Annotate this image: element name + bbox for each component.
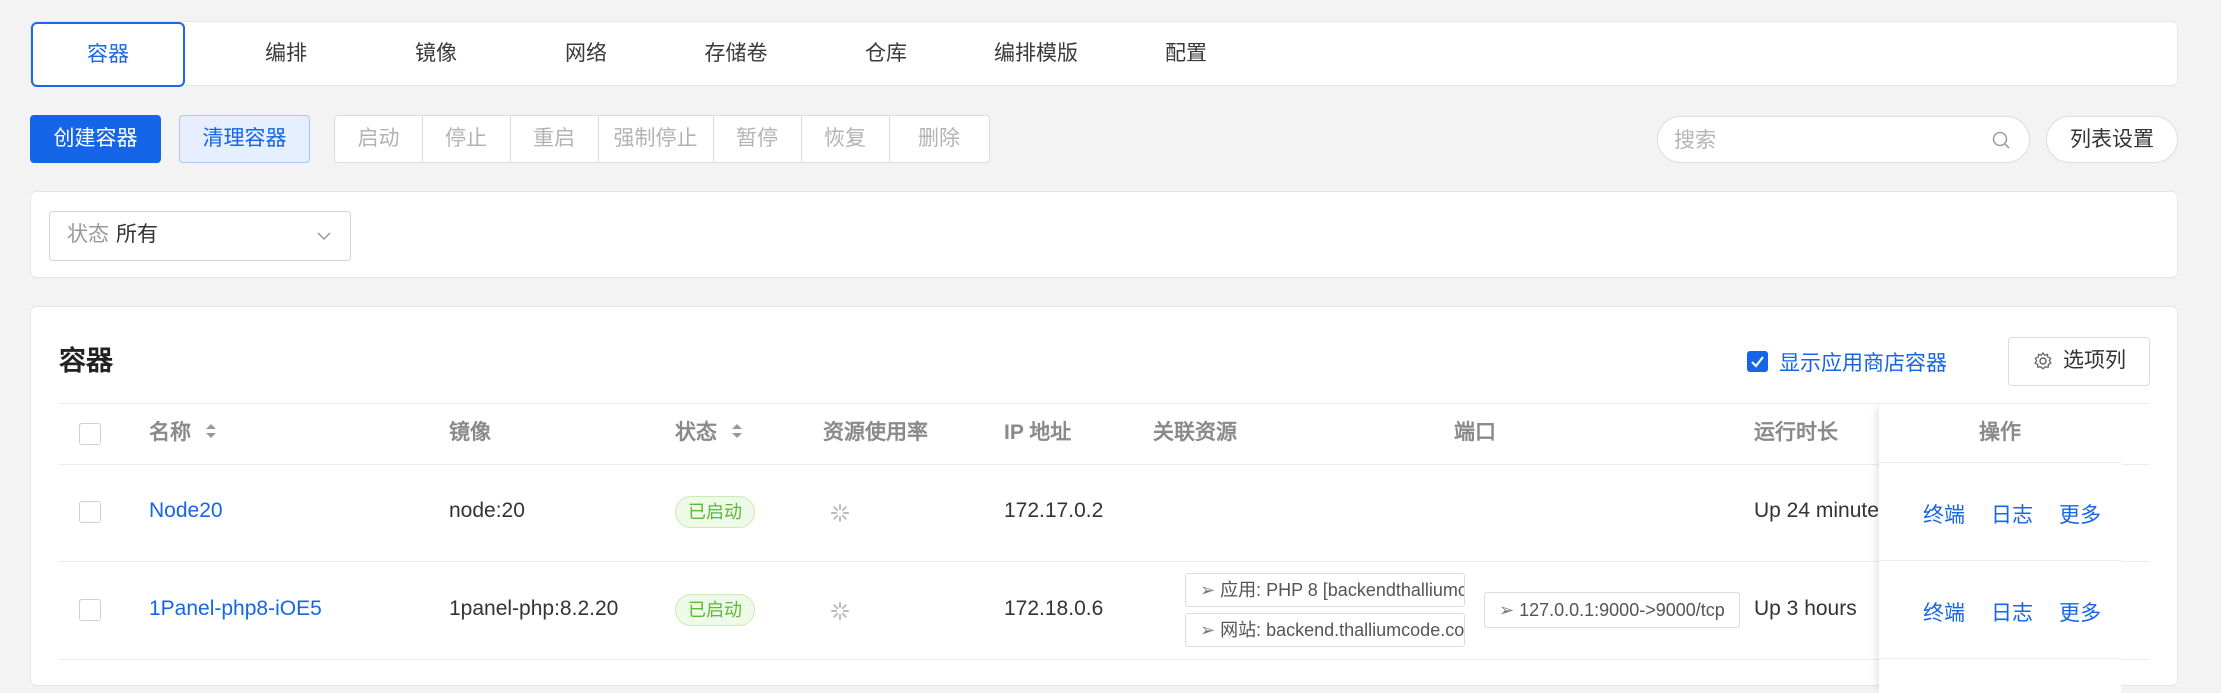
top-tab-bar: 容器 编排 镜像 网络 存储卷 仓库 编排模版 配置 — [30, 21, 2178, 87]
list-settings-button[interactable]: 列表设置 — [2046, 116, 2178, 163]
logs-link[interactable]: 日志 — [1991, 597, 2033, 627]
status-filter-select[interactable]: 状态 所有 — [49, 211, 351, 261]
tab-compose[interactable]: 编排 — [211, 22, 361, 85]
search-icon[interactable] — [1991, 130, 2011, 150]
chevron-down-icon — [317, 232, 331, 241]
linked-app-label: 应用: PHP 8 [backendthalliumcode] — [1220, 580, 1464, 600]
loading-icon — [831, 504, 849, 522]
linked-website-label: 网站: backend.thalliumcode.com — [1220, 620, 1465, 640]
container-image: node:20 — [449, 499, 525, 522]
tab-volumes[interactable]: 存储卷 — [661, 22, 811, 85]
header-image: 镜像 — [449, 421, 491, 444]
more-link[interactable]: 更多 — [2059, 597, 2101, 627]
header-uptime: 运行时长 — [1754, 421, 1838, 444]
column-options-button[interactable]: 选项列 — [2008, 337, 2150, 386]
pause-button[interactable]: 暂停 — [713, 116, 802, 162]
restart-button[interactable]: 重启 — [510, 116, 599, 162]
search-input[interactable] — [1672, 125, 1986, 157]
logs-link[interactable]: 日志 — [1991, 499, 2033, 529]
row-checkbox[interactable] — [79, 599, 101, 621]
port-mapping-label: 127.0.0.1:9000->9000/tcp — [1519, 600, 1725, 620]
ops-row: 终端 日志 更多 — [1879, 561, 2121, 659]
operations-column: 操作 终端 日志 更多 终端 日志 更多 — [1879, 403, 2121, 693]
header-status-label: 状态 — [675, 421, 717, 444]
show-appstore-checkbox[interactable] — [1747, 351, 1768, 372]
loading-icon — [831, 602, 849, 620]
linked-app-tag[interactable]: ➢ 应用: PHP 8 [backendthalliumcode] — [1185, 573, 1465, 607]
row-checkbox[interactable] — [79, 501, 101, 523]
header-ip: IP 地址 — [1004, 421, 1072, 444]
send-icon: ➢ — [1200, 580, 1221, 600]
column-options-label: 选项列 — [2063, 349, 2126, 372]
tab-compose-templates[interactable]: 编排模版 — [961, 22, 1111, 85]
select-all-checkbox[interactable] — [79, 423, 101, 445]
tab-images[interactable]: 镜像 — [361, 22, 511, 85]
stop-button[interactable]: 停止 — [422, 116, 511, 162]
ops-row: 终端 日志 更多 — [1879, 463, 2121, 561]
table-row: 1Panel-php8-iOE5 1panel-php:8.2.20 已启动 1… — [59, 561, 2149, 660]
container-list-card: 容器 显示应用商店容器 选项列 名称 镜像 状态 资源使用率 IP 地址 关联资… — [30, 306, 2178, 693]
sort-icon[interactable] — [731, 421, 743, 441]
clean-containers-button[interactable]: 清理容器 — [179, 115, 310, 163]
table-header: 名称 镜像 状态 资源使用率 IP 地址 关联资源 端口 运行时长 — [59, 403, 2149, 465]
tab-config[interactable]: 配置 — [1111, 22, 1261, 85]
container-ip: 172.18.0.6 — [1004, 597, 1104, 620]
container-image: 1panel-php:8.2.20 — [449, 597, 619, 620]
terminal-link[interactable]: 终端 — [1923, 597, 1965, 627]
delete-button[interactable]: 删除 — [889, 116, 989, 162]
header-status[interactable]: 状态 — [675, 404, 743, 462]
more-link[interactable]: 更多 — [2059, 499, 2101, 529]
container-name-link[interactable]: Node20 — [149, 499, 223, 523]
send-icon: ➢ — [1200, 620, 1221, 640]
send-icon: ➢ — [1499, 600, 1520, 620]
status-filter-value: 所有 — [116, 223, 158, 246]
terminal-link[interactable]: 终端 — [1923, 499, 1965, 529]
container-ip: 172.17.0.2 — [1004, 499, 1104, 522]
port-mapping-tag[interactable]: ➢ 127.0.0.1:9000->9000/tcp — [1484, 592, 1740, 628]
force-stop-button[interactable]: 强制停止 — [598, 116, 714, 162]
header-resources: 关联资源 — [1153, 421, 1237, 444]
linked-website-tag[interactable]: ➢ 网站: backend.thalliumcode.com — [1185, 613, 1465, 647]
resume-button[interactable]: 恢复 — [801, 116, 890, 162]
header-usage: 资源使用率 — [823, 421, 928, 444]
status-badge: 已启动 — [675, 496, 755, 528]
header-ops: 操作 — [1879, 403, 2121, 463]
batch-action-group: 启动 停止 重启 强制停止 暂停 恢复 删除 — [334, 115, 990, 163]
search-box — [1657, 116, 2030, 163]
header-name[interactable]: 名称 — [149, 404, 217, 462]
container-uptime: Up 3 hours — [1754, 597, 1857, 620]
status-filter-label: 状态 — [67, 223, 109, 246]
check-icon — [1751, 356, 1764, 368]
header-name-label: 名称 — [149, 421, 191, 444]
tab-containers[interactable]: 容器 — [31, 22, 185, 87]
status-badge: 已启动 — [675, 594, 755, 626]
header-ports: 端口 — [1454, 421, 1496, 444]
card-title: 容器 — [59, 346, 113, 376]
tab-repository[interactable]: 仓库 — [811, 22, 961, 85]
table-row: Node20 node:20 已启动 172.17.0.2 Up 24 minu… — [59, 463, 2149, 562]
filter-panel: 状态 所有 — [30, 191, 2178, 278]
container-name-link[interactable]: 1Panel-php8-iOE5 — [149, 597, 322, 621]
show-appstore-label[interactable]: 显示应用商店容器 — [1779, 347, 1947, 377]
tab-networks[interactable]: 网络 — [511, 22, 661, 85]
gear-icon — [2034, 352, 2052, 370]
sort-icon[interactable] — [205, 421, 217, 441]
start-button[interactable]: 启动 — [335, 116, 423, 162]
create-container-button[interactable]: 创建容器 — [30, 115, 161, 163]
